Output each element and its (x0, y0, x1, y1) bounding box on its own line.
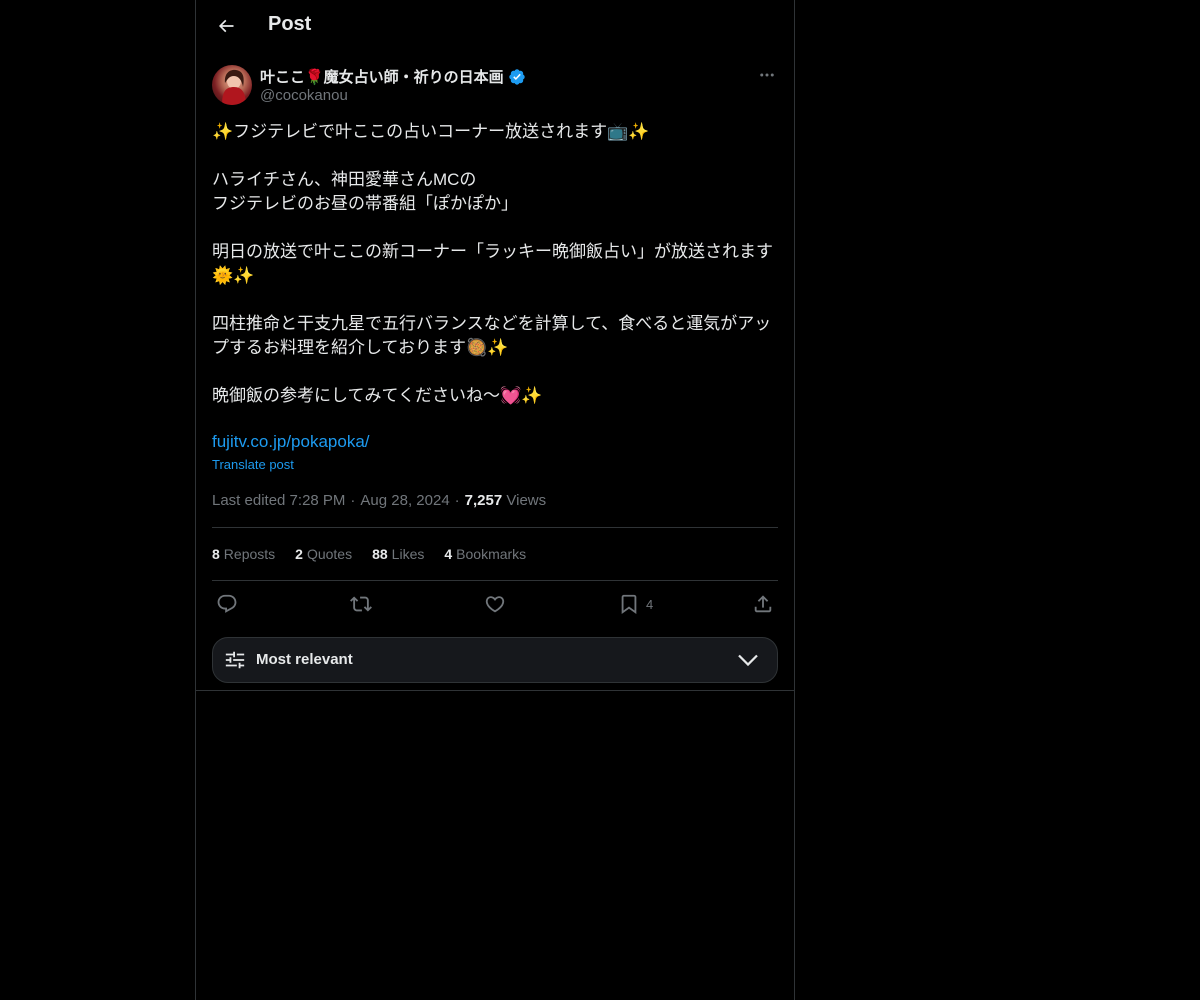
reply-icon (217, 594, 237, 613)
bookmark-icon (621, 594, 637, 615)
share-icon (754, 595, 772, 613)
reposts-label: Reposts (223, 546, 276, 562)
likes-stat[interactable]: 88 Likes (372, 546, 424, 562)
quotes-label: Quotes (306, 546, 353, 562)
quotes-count: 2 (295, 546, 303, 562)
display-name-row: 叶ここ🌹魔女占い師・祈りの日本画 (260, 66, 526, 87)
action-bar: 4 (212, 581, 778, 627)
sort-label: Most relevant (256, 651, 353, 668)
likes-count: 88 (372, 546, 388, 562)
reposts-count: 8 (212, 546, 220, 562)
reposts-stat[interactable]: 8 Reposts (212, 546, 275, 562)
avatar[interactable] (212, 65, 252, 105)
meta-separator: · (350, 492, 356, 509)
more-icon (760, 73, 774, 77)
bookmarks-count: 4 (444, 546, 453, 562)
main-column: Post 叶ここ🌹魔女占い師・祈りの日本画 @cocokanou ✨フジテレビで… (195, 0, 795, 1000)
like-button[interactable] (484, 592, 506, 616)
meta-separator: · (454, 492, 460, 509)
likes-label: Likes (391, 546, 425, 562)
back-button[interactable] (208, 8, 244, 44)
bookmark-button[interactable]: 4 (618, 592, 653, 616)
reply-sort-dropdown[interactable]: Most relevant (212, 637, 778, 683)
chevron-down-icon (738, 654, 758, 667)
translate-post-link[interactable]: Translate post (212, 456, 778, 474)
bookmark-count: 4 (646, 596, 654, 612)
post-link[interactable]: fujitv.co.jp/pokapoka/ (212, 430, 778, 454)
author-row: 叶ここ🌹魔女占い師・祈りの日本画 @cocokanou (212, 64, 778, 108)
share-button[interactable] (752, 592, 774, 616)
arrow-left-icon (218, 19, 234, 33)
views-count: 7,257 (464, 492, 503, 509)
post-meta: Last edited 7:28 PM · Aug 28, 2024 · 7,257 V… (212, 491, 778, 511)
heart-icon (485, 596, 505, 613)
repost-icon (350, 596, 372, 612)
post-text: ✨フジテレビで叶ここの占いコーナー放送されます📺✨ ハライチさん、神田愛華さんM… (212, 122, 773, 405)
verified-badge-icon[interactable] (508, 68, 526, 86)
bookmarks-label: Bookmarks (456, 546, 527, 562)
views-label: Views (506, 492, 547, 509)
display-name[interactable]: 叶ここ🌹魔女占い師・祈りの日本画 (260, 66, 504, 87)
reply-button[interactable] (216, 592, 238, 616)
engagement-stats: 8 Reposts 2 Quotes 88 Likes 4 Bookmarks (212, 528, 778, 580)
post: 叶ここ🌹魔女占い師・祈りの日本画 @cocokanou ✨フジテレビで叶ここの占… (212, 64, 778, 683)
divider (196, 690, 794, 691)
post-date[interactable]: Aug 28, 2024 (360, 492, 449, 509)
repost-button[interactable] (350, 592, 372, 616)
bookmarks-stat[interactable]: 4 Bookmarks (444, 546, 526, 562)
quotes-stat[interactable]: 2 Quotes (295, 546, 352, 562)
edited-time[interactable]: Last edited 7:28 PM (212, 492, 345, 509)
header: Post (196, 0, 794, 53)
sliders-icon (225, 651, 245, 669)
page-title: Post (268, 13, 312, 35)
handle[interactable]: @cocokanou (260, 87, 348, 104)
more-options-button[interactable] (756, 64, 778, 86)
avatar-image (222, 69, 246, 105)
